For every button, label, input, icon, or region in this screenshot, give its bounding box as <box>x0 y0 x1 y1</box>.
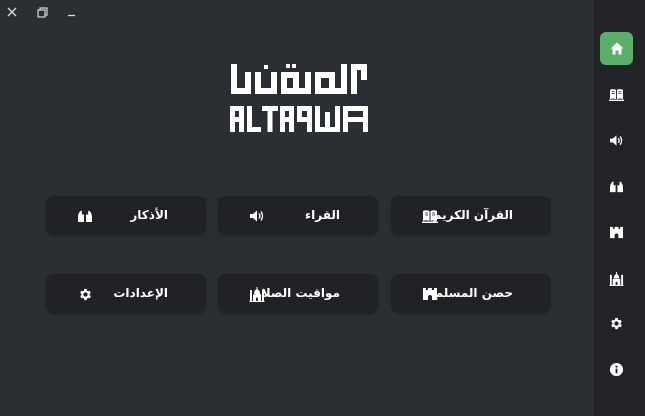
speaker-icon <box>249 208 265 224</box>
home-icon <box>610 42 624 55</box>
gear-icon <box>609 316 624 331</box>
gear-icon <box>77 286 93 302</box>
card-label-reciters: القراء <box>305 208 340 222</box>
card-label-prayer-times: مواقيت الصلاة <box>254 286 340 300</box>
app-window: القرآن الكريم القراء الأذكار حصن المسلم … <box>0 0 645 416</box>
praying-hands-icon <box>77 208 93 224</box>
mosque-icon <box>609 271 624 286</box>
card-quran[interactable]: القرآن الكريم <box>391 196 551 235</box>
card-label-hisn-muslim: حصن المسلم <box>434 286 513 300</box>
card-reciters[interactable]: القراء <box>218 196 378 235</box>
card-adhkar[interactable]: الأذكار <box>46 196 206 235</box>
speaker-icon <box>609 134 624 147</box>
card-label-quran: القرآن الكريم <box>432 208 513 222</box>
restore-icon[interactable] <box>34 4 50 20</box>
sidebar-item-home[interactable] <box>600 32 633 65</box>
sidebar-item-reciters[interactable] <box>600 124 633 157</box>
sidebar-item-about[interactable] <box>600 353 633 386</box>
sidebar-item-adhkar[interactable] <box>600 170 633 203</box>
card-label-settings: الإعدادات <box>113 286 168 300</box>
card-settings[interactable]: الإعدادات <box>46 274 206 313</box>
close-icon[interactable] <box>4 4 20 20</box>
sidebar-item-prayer-times[interactable] <box>600 262 633 295</box>
sidebar-item-settings[interactable] <box>600 307 633 340</box>
praying-hands-icon <box>609 180 624 193</box>
altaqwa-logo <box>228 62 370 134</box>
sidebar-item-quran[interactable] <box>600 78 633 111</box>
card-hisn-muslim[interactable]: حصن المسلم <box>391 274 551 313</box>
minimize-icon[interactable] <box>64 4 80 20</box>
sidebar-item-hisn-muslim[interactable] <box>600 216 633 249</box>
card-label-adhkar: الأذكار <box>130 208 168 222</box>
fortress-icon <box>609 226 624 239</box>
card-prayer-times[interactable]: مواقيت الصلاة <box>218 274 378 313</box>
quran-book-icon <box>609 88 624 101</box>
window-controls <box>4 4 80 20</box>
sidebar <box>594 0 645 416</box>
info-icon <box>609 362 624 377</box>
